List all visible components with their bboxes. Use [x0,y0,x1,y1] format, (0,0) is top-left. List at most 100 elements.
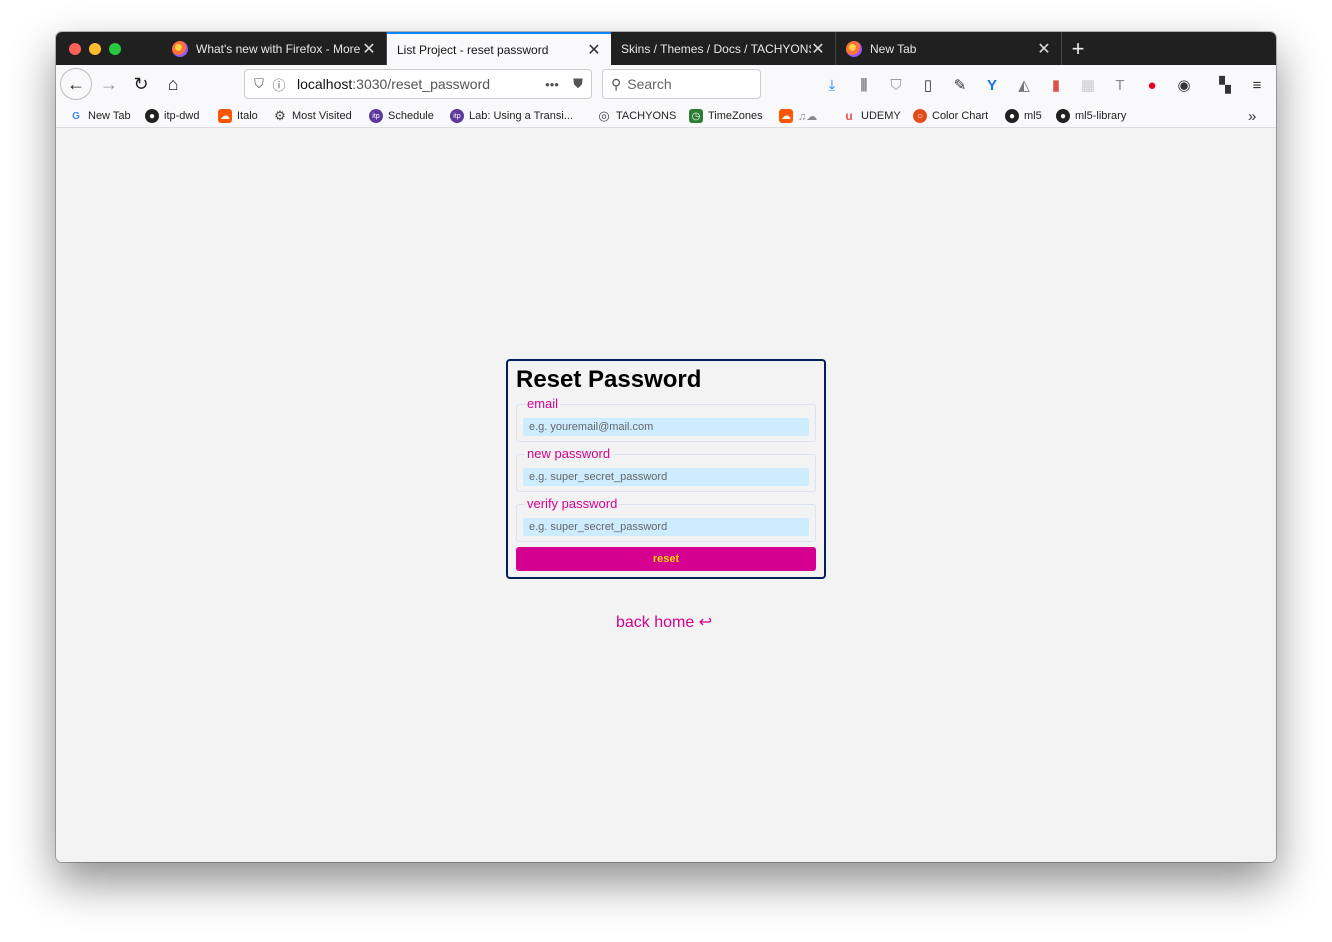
extension-battery-icon[interactable]: ▮ [1045,74,1067,96]
bookmark-label: Color Chart [932,110,989,122]
google-icon: G [72,110,80,122]
bookmark-tachyons[interactable]: ◎ TACHYONS [597,108,676,124]
close-tab-icon[interactable]: ✕ [587,40,601,60]
search-placeholder: Search [627,76,672,92]
eyedropper-icon[interactable]: ✎ [949,74,971,96]
hamburger-menu-icon[interactable]: ≡ [1246,74,1268,96]
bookmark-color-chart[interactable]: ○ Color Chart [913,108,988,124]
new-password-field[interactable] [523,468,809,486]
close-tab-icon[interactable]: ✕ [811,39,825,59]
email-label: email [525,396,561,411]
home-icon[interactable]: ⌂ [158,69,188,99]
reset-password-form: Reset Password email new password verify… [506,359,826,579]
account-icon[interactable]: ◉ [1173,74,1195,96]
back-home-label: back home [616,614,695,631]
bookmark-label: TimeZones [708,110,763,122]
timezones-icon: ◷ [689,109,703,123]
itp-icon: itp [369,109,383,123]
close-window-icon[interactable] [69,43,81,55]
bookmark-label: ml5-library [1075,110,1127,122]
page-actions-icon[interactable]: ••• [539,77,565,92]
bookmark-udemy[interactable]: u UDEMY [842,108,901,124]
pocket-icon[interactable]: ⛊ [565,76,591,92]
verify-password-field[interactable] [523,518,809,536]
page-content: Reset Password email new password verify… [56,128,1276,862]
back-arrow-icon[interactable]: ← [60,68,92,100]
bookmark-timezones[interactable]: ◷ TimeZones [689,108,763,124]
bookmark-label: TACHYONS [616,110,677,122]
bookmark-label: ml5 [1024,110,1042,122]
url-host: localhost [297,76,353,92]
extension-text-icon[interactable]: T [1109,74,1131,96]
bookmark-label: New Tab [88,110,131,122]
download-icon[interactable]: ⤓ [821,74,843,96]
github-icon: ● [145,109,159,123]
bookmark-label: UDEMY [861,110,901,122]
bookmark-label: Most Visited [292,110,352,122]
sidebar-icon[interactable]: ▯ [917,74,939,96]
new-tab-plus-icon[interactable]: + [1066,32,1090,65]
form-title: Reset Password [516,366,702,393]
close-tab-icon[interactable]: ✕ [362,39,376,59]
pinterest-icon[interactable]: ● [1141,74,1163,96]
bookmark-ml5-library[interactable]: ● ml5-library [1056,108,1126,124]
tab-new-tab[interactable]: New Tab ✕ [836,32,1062,65]
tab-label: New Tab [870,41,917,56]
new-password-fieldset: new password [516,446,816,492]
forward-arrow-icon[interactable]: → [94,69,124,99]
bookmark-schedule[interactable]: itp Schedule [369,108,434,124]
minimize-window-icon[interactable] [89,43,101,55]
navigation-toolbar: ← → ↻ ⌂ ⛉ ⓘ localhost:3030/reset_passwor… [56,65,1276,105]
firefox-icon [846,40,862,57]
bookmark-new-tab[interactable]: G New Tab [69,108,131,124]
github-icon: ● [1005,109,1019,123]
url-text[interactable]: localhost:3030/reset_password [297,76,539,92]
search-bar[interactable]: ⚲ Search [602,69,761,99]
extension-shoe-icon[interactable]: ◭ [1013,74,1035,96]
email-fieldset: email [516,396,816,442]
reload-icon[interactable]: ↻ [126,69,156,99]
tab-label: List Project - reset password [397,42,549,57]
tab-label: What's new with Firefox - More [196,41,361,56]
bookmark-lab-transistor[interactable]: itp Lab: Using a Transi... [450,108,573,124]
bookmark-itp-dwd[interactable]: ● itp-dwd [145,108,199,124]
tab-whats-new[interactable]: What's new with Firefox - More ✕ [162,32,387,65]
bookmark-label: Italo [237,110,258,122]
search-icon: ⚲ [611,75,622,92]
tab-reset-password[interactable]: List Project - reset password ✕ [387,32,611,65]
udemy-icon: u [845,109,853,123]
close-tab-icon[interactable]: ✕ [1037,39,1051,59]
info-icon[interactable]: ⓘ [269,75,289,94]
github-icon: ● [1056,109,1070,123]
maximize-window-icon[interactable] [109,43,121,55]
tab-bar: What's new with Firefox - More ✕ List Pr… [56,32,1276,65]
extension-y-icon[interactable]: Y [981,74,1003,96]
color-chart-icon: ○ [913,109,927,123]
back-home-link[interactable]: back home ↩ [616,612,712,632]
url-bar[interactable]: ⛉ ⓘ localhost:3030/reset_password ••• ⛊ [244,69,592,99]
bookmark-label: Lab: Using a Transi... [469,110,573,122]
music-cloud-icon: ♫☁ [798,110,818,123]
shield-icon[interactable]: ⛉ [249,76,269,92]
bookmark-label: Schedule [388,110,434,122]
bookmark-soundcloud[interactable]: ☁ ♫☁ [779,108,817,124]
reset-button[interactable]: reset [516,547,816,571]
tab-tachyons[interactable]: Skins / Themes / Docs / TACHYONS ✕ [611,32,836,65]
bookmarks-toolbar: G New Tab ● itp-dwd ☁ Italo ⚙ Most Visit… [56,105,1276,128]
verify-password-fieldset: verify password [516,496,816,542]
bookmark-most-visited[interactable]: ⚙ Most Visited [273,108,352,124]
bookmark-italo[interactable]: ☁ Italo [218,108,258,124]
bookmark-ml5[interactable]: ● ml5 [1005,108,1042,124]
browser-window: What's new with Firefox - More ✕ List Pr… [56,32,1276,862]
tracking-shield-icon[interactable]: ⛉ [885,74,907,96]
extensions-menu-icon[interactable]: ▚ [1214,74,1236,96]
url-path: :3030/reset_password [352,76,491,92]
gear-icon: ⚙ [274,108,286,123]
extension-grid-icon[interactable]: ▦ [1077,74,1099,96]
email-field[interactable] [523,418,809,436]
return-arrow-icon: ↩ [698,614,713,631]
library-icon[interactable]: ⫼ [853,74,875,96]
verify-password-label: verify password [525,496,620,511]
bookmarks-overflow-chevron-icon[interactable]: » [1248,108,1256,125]
new-password-label: new password [525,446,613,461]
